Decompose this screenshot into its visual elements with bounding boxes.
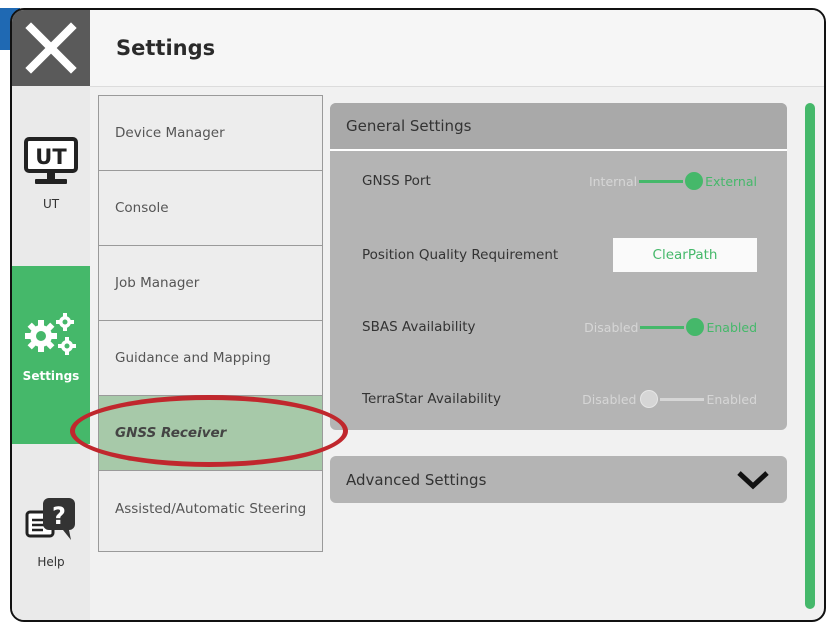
sbas-toggle[interactable]: Disabled Enabled [584, 318, 757, 336]
rail-item-help[interactable]: ? Help [12, 494, 90, 569]
menu-item-assisted-steering[interactable]: Assisted/Automatic Steering [99, 471, 322, 546]
rail-item-settings[interactable]: Settings [12, 266, 90, 444]
gnss-port-toggle[interactable]: Internal External [589, 172, 757, 190]
sbas-off-label: Disabled [584, 319, 639, 335]
sbas-on-label: Enabled [706, 319, 757, 335]
general-settings-header: General Settings [330, 103, 787, 151]
close-icon [25, 22, 77, 74]
gnss-port-row: GNSS Port Internal External [362, 166, 757, 196]
general-settings-panel: General Settings GNSS Port Internal Exte… [330, 103, 787, 430]
rail-item-ut[interactable]: UT UT [12, 136, 90, 211]
svg-text:?: ? [52, 502, 66, 530]
position-quality-label: Position Quality Requirement [362, 247, 559, 263]
gnss-port-label: GNSS Port [362, 173, 431, 189]
menu-item-console[interactable]: Console [99, 171, 322, 246]
settings-menu: Device Manager Console Job Manager Guida… [98, 95, 323, 552]
terrastar-label: TerraStar Availability [362, 391, 501, 407]
sbas-label: SBAS Availability [362, 319, 476, 335]
advanced-settings-header[interactable]: Advanced Settings [330, 456, 787, 503]
sbas-row: SBAS Availability Disabled Enabled [362, 312, 757, 342]
toggle-knob [686, 318, 705, 336]
rail-label-ut: UT [42, 197, 60, 211]
menu-item-gnss-receiver[interactable]: GNSS Receiver [99, 396, 322, 471]
scrollbar[interactable] [805, 103, 815, 609]
toggle-knob [685, 172, 704, 190]
gnss-port-on-label: External [705, 173, 757, 189]
gears-icon [25, 313, 76, 355]
menu-item-job-manager[interactable]: Job Manager [99, 246, 322, 321]
menu-item-device-manager[interactable]: Device Manager [99, 96, 322, 171]
menu-item-guidance-mapping[interactable]: Guidance and Mapping [99, 321, 322, 396]
chevron-down-icon [737, 470, 769, 489]
gnss-port-off-label: Internal [588, 173, 638, 189]
advanced-settings-title: Advanced Settings [346, 470, 487, 489]
terrastar-row: TerraStar Availability Disabled Enabled [362, 384, 757, 414]
monitor-ut-icon: UT [24, 137, 78, 184]
terrastar-on-label: Enabled [706, 391, 757, 407]
rail-label-settings: Settings [22, 369, 80, 383]
rail-label-help: Help [37, 555, 65, 569]
page-title: Settings [116, 36, 216, 60]
settings-window: Settings UT UT Settings ? Help Device Ma… [10, 8, 826, 622]
terrastar-toggle[interactable]: Disabled Enabled [582, 390, 757, 408]
toggle-knob [640, 390, 659, 408]
help-bubble-icon: ? [25, 498, 75, 540]
terrastar-off-label: Disabled [582, 391, 637, 407]
close-button[interactable] [12, 10, 90, 86]
svg-text:UT: UT [35, 145, 67, 169]
side-rail: UT UT Settings ? Help [12, 86, 90, 620]
position-quality-row: Position Quality Requirement ClearPath [362, 238, 757, 272]
position-quality-select[interactable]: ClearPath [613, 238, 757, 272]
